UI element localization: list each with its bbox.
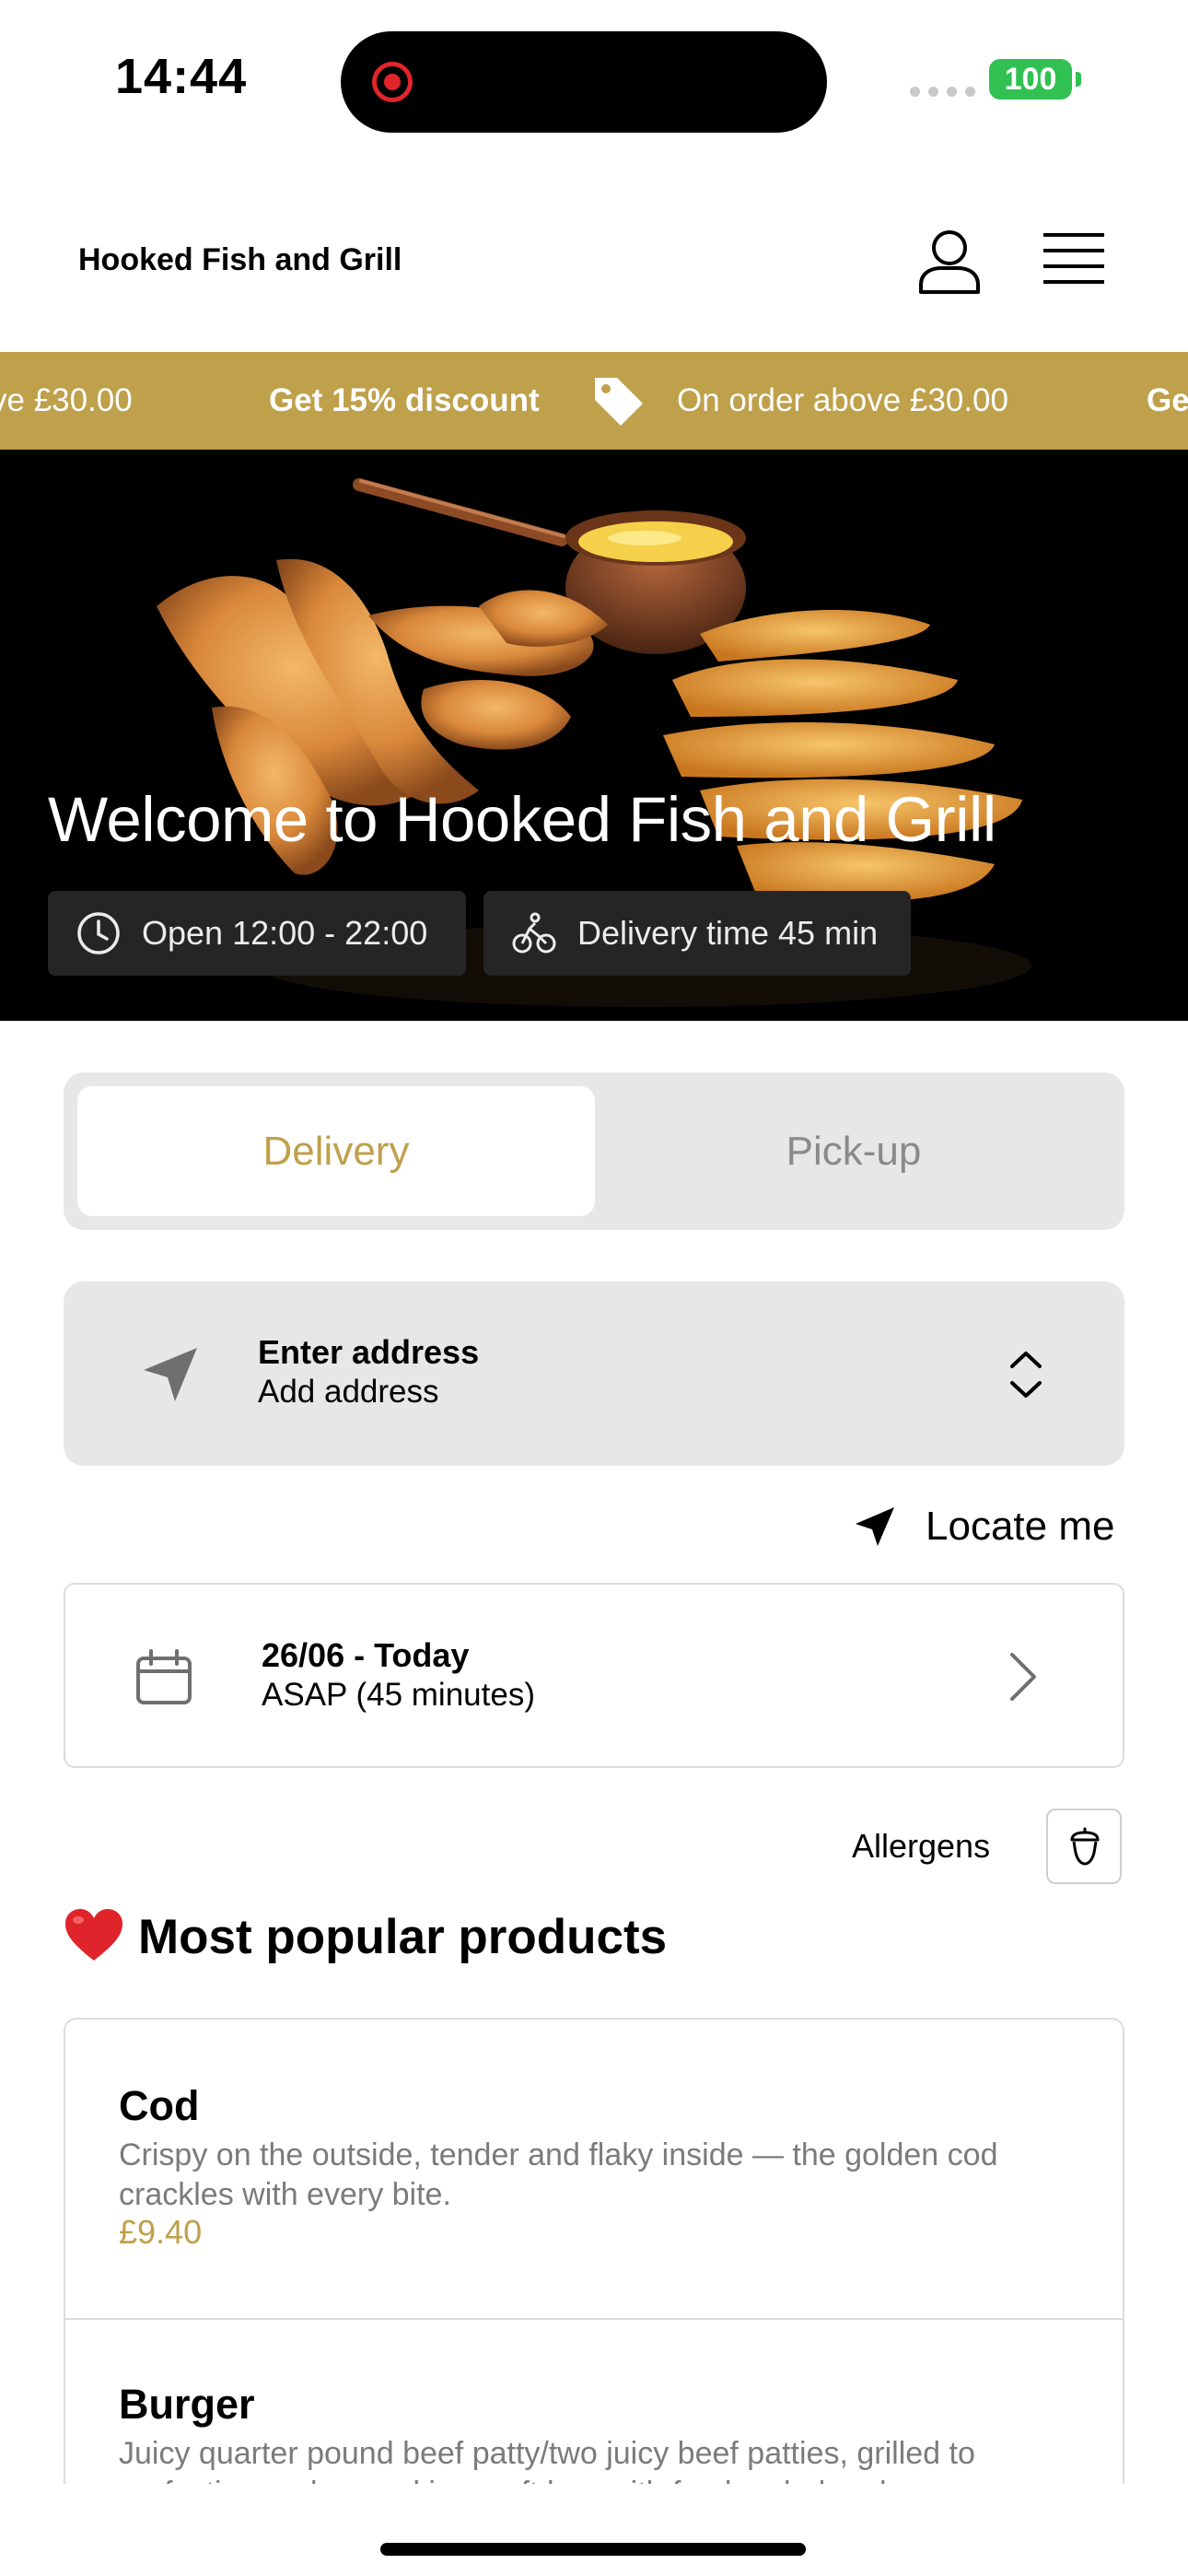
promo-text-1: ve £30.00 — [0, 382, 133, 418]
promo-text-3: On order above £30.00 — [677, 382, 1008, 418]
status-bar: 14:44 100 — [0, 0, 1188, 161]
navigation-arrow-icon — [144, 1348, 197, 1401]
calendar-icon — [136, 1649, 192, 1704]
recording-icon — [372, 62, 413, 102]
user-icon[interactable] — [917, 228, 982, 294]
hero-title: Welcome to Hooked Fish and Grill — [48, 784, 996, 855]
dynamic-island — [341, 31, 827, 133]
promo-text-4: Ge — [1147, 382, 1188, 418]
delivery-time-chip: Delivery time 45 min — [483, 891, 911, 976]
brand-name[interactable]: Hooked Fish and Grill — [78, 242, 402, 278]
product-card-cod[interactable]: Cod Crispy on the outside, tender and fl… — [65, 2020, 1123, 2318]
heart-icon — [65, 1909, 122, 1961]
tag-icon — [595, 378, 643, 426]
schedule-selector[interactable]: 26/06 - Today ASAP (45 minutes) — [64, 1583, 1124, 1768]
bicycle-icon — [512, 912, 556, 954]
product-list: Cod Crispy on the outside, tender and fl… — [64, 2018, 1124, 2484]
delivery-time-text: Delivery time 45 min — [577, 914, 879, 952]
location-arrow-icon — [856, 1507, 894, 1546]
product-price: £9.40 — [119, 2213, 203, 2251]
hero-banner: Welcome to Hooked Fish and Grill Open 12… — [0, 450, 1188, 1021]
product-description: Juicy quarter pound beef patty/two juicy… — [119, 2436, 975, 2484]
menu-icon[interactable] — [1043, 230, 1104, 287]
tab-delivery[interactable]: Delivery — [77, 1086, 595, 1216]
battery-indicator: 100 — [989, 59, 1072, 100]
address-subtitle: Add address — [258, 1374, 439, 1410]
chevron-right-icon — [1010, 1653, 1036, 1701]
allergens-label: Allergens — [852, 1827, 991, 1865]
address-title: Enter address — [258, 1333, 480, 1371]
product-name: Cod — [119, 2082, 200, 2129]
product-card-burger[interactable]: Burger Juicy quarter pound beef patty/tw… — [65, 2320, 1123, 2484]
open-hours-text: Open 12:00 - 22:00 — [142, 914, 428, 952]
home-indicator[interactable] — [380, 2543, 806, 2556]
locate-me-button[interactable]: Locate me — [852, 1494, 1114, 1559]
product-name: Burger — [119, 2381, 255, 2428]
status-time: 14:44 — [115, 49, 248, 104]
allergens-button[interactable] — [1046, 1809, 1122, 1884]
acorn-icon — [1070, 1827, 1100, 1866]
popular-title: Most popular products — [138, 1910, 668, 1964]
chevron-up-down-icon — [1010, 1352, 1042, 1398]
schedule-date: 26/06 - Today — [262, 1636, 470, 1674]
schedule-time: ASAP (45 minutes) — [262, 1677, 535, 1713]
battery-cap — [1076, 72, 1081, 87]
address-selector[interactable]: Enter address Add address — [64, 1282, 1124, 1466]
tab-pickup[interactable]: Pick-up — [595, 1086, 1112, 1216]
app-header: Hooked Fish and Grill — [0, 161, 1188, 352]
locate-me-label: Locate me — [926, 1504, 1115, 1549]
promo-text-2: Get 15% discount — [269, 382, 540, 418]
clock-icon — [77, 912, 120, 954]
signal-icon — [910, 87, 975, 97]
order-mode-toggle: Delivery Pick-up — [64, 1072, 1124, 1230]
open-hours-chip: Open 12:00 - 22:00 — [48, 891, 466, 976]
product-description: Crispy on the outside, tender and flaky … — [119, 2137, 998, 2212]
promo-banner: ve £30.00 Get 15% discount On order abov… — [0, 352, 1188, 450]
